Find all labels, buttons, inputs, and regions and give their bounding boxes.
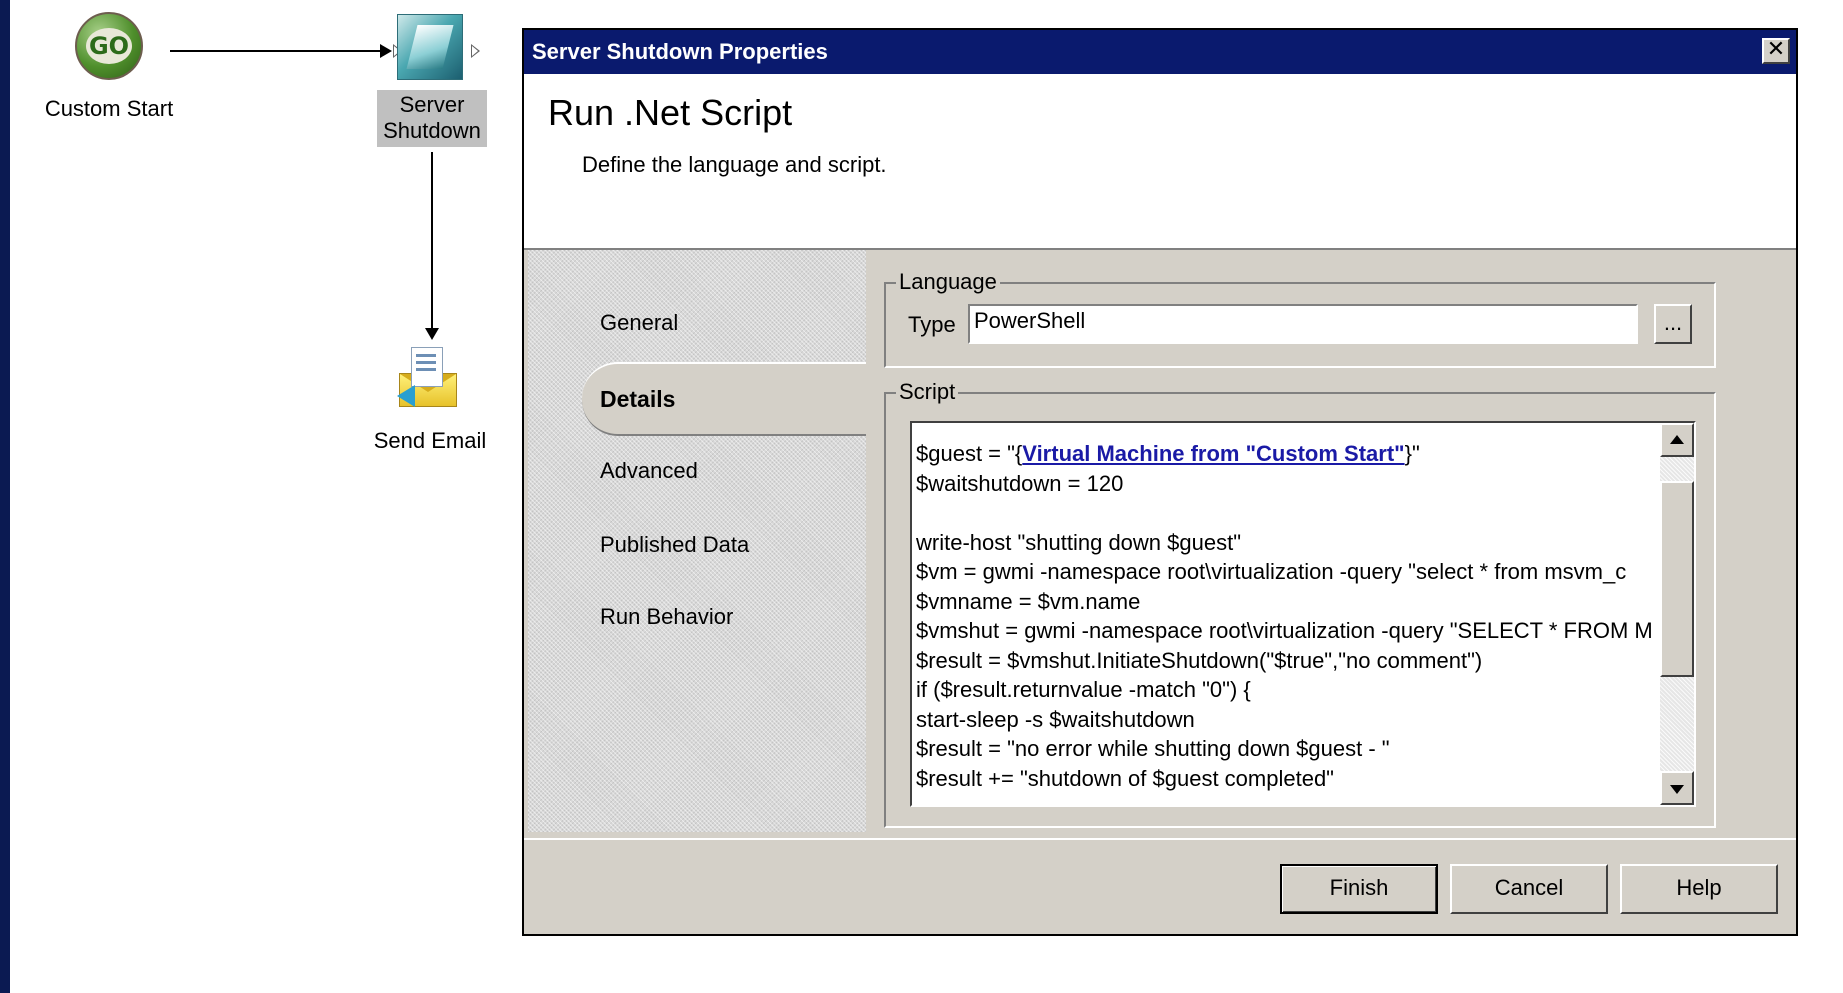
script-line: $result = "no error while shutting down … (916, 736, 1390, 761)
scroll-up-button[interactable] (1660, 423, 1694, 457)
script-line: $vmshut = gwmi -namespace root\virtualiz… (916, 618, 1653, 643)
properties-dialog: Server Shutdown Properties ✕ Run .Net Sc… (522, 28, 1798, 936)
scroll-thumb[interactable] (1660, 481, 1694, 677)
script-line: if ($result.returnvalue -match "0") { (916, 677, 1251, 702)
script-line: $vm = gwmi -namespace root\virtualizatio… (916, 559, 1627, 584)
server-shutdown-label-line2: Shutdown (383, 118, 481, 144)
link-out-handle[interactable] (471, 44, 480, 58)
server-shutdown-label[interactable]: Server Shutdown (377, 90, 487, 147)
script-line: write-host "shutting down $guest" (916, 529, 1242, 555)
nav-item-details[interactable]: Details (582, 362, 866, 436)
send-email-label[interactable]: Send Email (360, 428, 500, 454)
script-line-suffix: }" (1404, 441, 1420, 466)
connector-line (170, 50, 382, 52)
script-line (916, 498, 1654, 528)
type-label: Type (908, 312, 956, 337)
nav-item-published-data[interactable]: Published Data (600, 532, 749, 558)
server-shutdown-icon[interactable] (397, 14, 463, 80)
script-line-prefix: $guest = "{ (916, 441, 1023, 466)
close-icon: ✕ (1766, 37, 1786, 62)
connector-arrowhead-down (425, 328, 439, 340)
script-line: $result = $vmshut.InitiateShutdown("$tru… (916, 647, 1483, 673)
script-line: $result += "shutdown of $guest completed… (916, 765, 1334, 791)
script-line: $waitshutdown = 120 (916, 470, 1124, 496)
dialog-header: Run .Net Script Define the language and … (524, 74, 1796, 250)
language-legend: Language (896, 269, 1000, 295)
page-subtitle: Define the language and script. (582, 152, 887, 177)
cancel-button[interactable]: Cancel (1450, 864, 1608, 914)
dialog-titlebar[interactable]: Server Shutdown Properties ✕ (524, 30, 1796, 74)
chevron-down-icon (1670, 785, 1684, 794)
scroll-down-button[interactable] (1660, 771, 1694, 805)
email-arrow-shape (397, 385, 415, 407)
dialog-title: Server Shutdown Properties (532, 39, 828, 64)
nav-item-run-behavior[interactable]: Run Behavior (600, 604, 733, 630)
paper-shape (411, 347, 443, 387)
nav-item-general[interactable]: General (600, 310, 678, 336)
chevron-up-icon (1670, 435, 1684, 444)
workflow-canvas: GO Custom Start Server Shutdown Send Ema… (10, 0, 1843, 993)
help-button[interactable]: Help (1620, 864, 1778, 914)
send-email-icon[interactable] (397, 345, 461, 409)
go-icon-text: GO (86, 28, 132, 64)
script-editor[interactable]: $guest = "{Virtual Machine from "Custom … (910, 421, 1696, 807)
script-legend: Script (896, 379, 959, 405)
finish-button[interactable]: Finish (1280, 864, 1438, 914)
script-line: start-sleep -s $waitshutdown (916, 706, 1195, 732)
nav-item-advanced[interactable]: Advanced (600, 458, 698, 484)
script-text[interactable]: $guest = "{Virtual Machine from "Custom … (916, 439, 1654, 793)
server-shutdown-label-line1: Server (399, 92, 465, 117)
custom-start-label[interactable]: Custom Start (24, 96, 194, 122)
connector-line-down (431, 152, 433, 328)
browse-language-button[interactable]: ... (1654, 304, 1692, 344)
published-data-link[interactable]: Virtual Machine from "Custom Start" (1022, 441, 1404, 466)
dialog-footer: Finish Cancel Help (524, 838, 1796, 934)
go-icon[interactable]: GO (75, 12, 143, 80)
connector-arrowhead (380, 44, 392, 58)
page-title: Run .Net Script (548, 92, 793, 133)
nav-item-details-label: Details (600, 386, 676, 412)
script-line: $guest = "{Virtual Machine from "Custom … (916, 439, 1654, 469)
dialog-nav: General Details Advanced Published Data … (528, 250, 866, 832)
script-line: $vmname = $vm.name (916, 588, 1141, 614)
language-type-field[interactable]: PowerShell (968, 304, 1638, 344)
close-button[interactable]: ✕ (1762, 38, 1790, 64)
script-scrollbar[interactable] (1660, 423, 1694, 805)
